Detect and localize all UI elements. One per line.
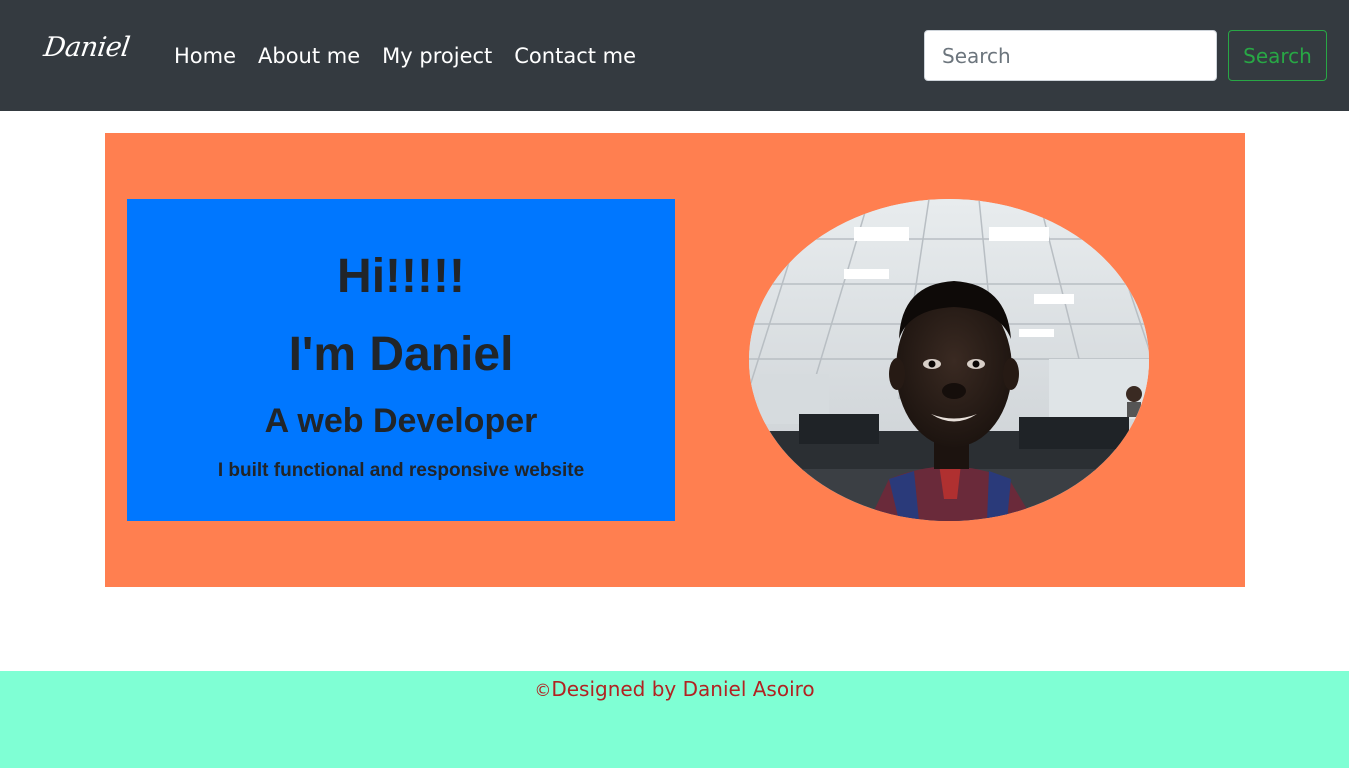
nav-link-home[interactable]: Home (174, 42, 236, 70)
footer: ©Designed by Daniel Asoiro (0, 671, 1349, 768)
search-button[interactable]: Search (1228, 30, 1327, 81)
role-heading: A web Developer (264, 402, 538, 440)
search-input[interactable] (924, 30, 1217, 81)
name-heading: I'm Daniel (288, 328, 514, 381)
footer-credit-text: Designed by Daniel Asoiro (551, 677, 815, 701)
tagline: I built functional and responsive websit… (217, 460, 585, 481)
nav-links: Home About me My project Contact me (174, 42, 636, 70)
navbar: Daniel Home About me My project Contact … (0, 0, 1349, 111)
hero-section: Hi!!!!! I'm Daniel A web Developer I bui… (105, 133, 1245, 587)
nav-link-contact-me[interactable]: Contact me (514, 42, 636, 70)
footer-credit: ©Designed by Daniel Asoiro (534, 675, 814, 705)
nav-link-my-project[interactable]: My project (382, 42, 492, 70)
profile-photo (749, 199, 1149, 521)
nav-link-about-me[interactable]: About me (258, 42, 360, 70)
copyright-icon: © (534, 681, 552, 701)
brand-logo[interactable]: Daniel (42, 32, 132, 63)
intro-card: Hi!!!!! I'm Daniel A web Developer I bui… (127, 199, 675, 521)
greeting-heading: Hi!!!!! (337, 250, 465, 303)
profile-photo-image (749, 199, 1149, 521)
